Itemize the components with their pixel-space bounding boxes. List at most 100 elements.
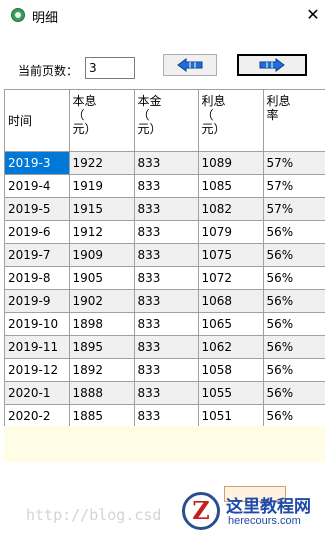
cell-total[interactable]: 1905 <box>69 266 135 290</box>
column-header-text: 元） <box>72 122 97 136</box>
column-header-time[interactable]: 时间 <box>5 90 70 152</box>
cell-rate[interactable]: 56% <box>263 358 325 382</box>
prev-page-button[interactable] <box>163 54 217 76</box>
arrow-left-icon <box>177 58 203 72</box>
cell-principal[interactable]: 833 <box>134 404 199 426</box>
table-row[interactable]: 2019-9 1902 833 1068 56% <box>5 289 325 313</box>
column-header-text: 利息 <box>266 94 291 108</box>
cell-total[interactable]: 1898 <box>69 312 135 336</box>
cell-principal[interactable]: 833 <box>134 289 199 313</box>
column-header-interest[interactable]: 利息（元） <box>198 90 264 152</box>
table-row[interactable]: 2019-5 1915 833 1082 57% <box>5 197 325 221</box>
table-row[interactable]: 2019-8 1905 833 1072 56% <box>5 266 325 290</box>
title-bar: 明细 ✕ <box>0 0 329 32</box>
cell-rate[interactable]: 56% <box>263 243 325 267</box>
cell-interest[interactable]: 1075 <box>198 243 264 267</box>
cell-rate[interactable]: 56% <box>263 266 325 290</box>
app-icon <box>11 8 25 22</box>
table-row[interactable]: 2019-10 1898 833 1065 56% <box>5 312 325 336</box>
cell-total[interactable]: 1922 <box>69 151 135 175</box>
cell-total[interactable]: 1895 <box>69 335 135 359</box>
cell-principal[interactable]: 833 <box>134 381 199 405</box>
cell-interest[interactable]: 1051 <box>198 404 264 426</box>
cell-total[interactable]: 1885 <box>69 404 135 426</box>
cell-total[interactable]: 1915 <box>69 197 135 221</box>
cell-time[interactable]: 2020-1 <box>5 381 70 405</box>
cell-time[interactable]: 2019-4 <box>5 174 70 198</box>
column-header-text: 率 <box>266 108 279 122</box>
cell-rate[interactable]: 56% <box>263 404 325 426</box>
cell-time[interactable]: 2019-12 <box>5 358 70 382</box>
cell-time[interactable]: 2019-5 <box>5 197 70 221</box>
cell-total[interactable]: 1902 <box>69 289 135 313</box>
cell-total[interactable]: 1919 <box>69 174 135 198</box>
cell-interest[interactable]: 1068 <box>198 289 264 313</box>
column-header-text: 利息 <box>201 94 226 108</box>
column-header-text: （ <box>72 108 85 122</box>
detail-table: 时间 本息（元） 本金（元） 利息（元） 利息率 2019-3 1922 833 1089 57… <box>5 90 325 426</box>
cell-total[interactable]: 1909 <box>69 243 135 267</box>
table-row[interactable]: 2020-1 1888 833 1055 56% <box>5 381 325 405</box>
table-row[interactable]: 2019-3 1922 833 1089 57% <box>5 151 325 175</box>
watermark-text: http://blog.csd <box>26 506 162 524</box>
column-header-text: （ <box>201 108 214 122</box>
table-row[interactable]: 2019-7 1909 833 1075 56% <box>5 243 325 267</box>
table-row[interactable]: 2020-2 1885 833 1051 56% <box>5 404 325 426</box>
logo-url: herecours.com <box>228 515 301 527</box>
column-header-text: （ <box>137 108 150 122</box>
window-title: 明细 <box>32 11 59 26</box>
cell-time[interactable]: 2019-10 <box>5 312 70 336</box>
cell-rate[interactable]: 57% <box>263 151 325 175</box>
cell-total[interactable]: 1912 <box>69 220 135 244</box>
cell-rate[interactable]: 56% <box>263 312 325 336</box>
cell-interest[interactable]: 1072 <box>198 266 264 290</box>
table-row[interactable]: 2019-6 1912 833 1079 56% <box>5 220 325 244</box>
column-header-total[interactable]: 本息（元） <box>69 90 135 152</box>
cell-principal[interactable]: 833 <box>134 358 199 382</box>
cell-rate[interactable]: 56% <box>263 381 325 405</box>
next-page-button[interactable] <box>237 54 307 76</box>
cell-rate[interactable]: 57% <box>263 174 325 198</box>
cell-time[interactable]: 2019-3 <box>5 151 70 175</box>
column-header-text: 时间 <box>8 113 33 128</box>
cell-time[interactable]: 2019-7 <box>5 243 70 267</box>
current-page-label: 当前页数： <box>18 64 79 78</box>
cell-principal[interactable]: 833 <box>134 151 199 175</box>
cell-principal[interactable]: 833 <box>134 174 199 198</box>
cell-interest[interactable]: 1079 <box>198 220 264 244</box>
cell-time[interactable]: 2019-9 <box>5 289 70 313</box>
cell-principal[interactable]: 833 <box>134 266 199 290</box>
cell-interest[interactable]: 1065 <box>198 312 264 336</box>
cell-time[interactable]: 2019-11 <box>5 335 70 359</box>
cell-rate[interactable]: 56% <box>263 289 325 313</box>
header-row: 时间 本息（元） 本金（元） 利息（元） 利息率 <box>5 90 325 152</box>
cell-interest[interactable]: 1058 <box>198 358 264 382</box>
cell-principal[interactable]: 833 <box>134 312 199 336</box>
cell-rate[interactable]: 57% <box>263 197 325 221</box>
close-button[interactable]: ✕ <box>300 3 326 27</box>
cell-rate[interactable]: 56% <box>263 335 325 359</box>
cell-principal[interactable]: 833 <box>134 197 199 221</box>
table-row[interactable]: 2019-11 1895 833 1062 56% <box>5 335 325 359</box>
cell-principal[interactable]: 833 <box>134 243 199 267</box>
current-page-input[interactable] <box>85 57 135 79</box>
cell-total[interactable]: 1888 <box>69 381 135 405</box>
cell-principal[interactable]: 833 <box>134 335 199 359</box>
column-header-rate[interactable]: 利息率 <box>263 90 325 152</box>
cell-interest[interactable]: 1089 <box>198 151 264 175</box>
cell-interest[interactable]: 1082 <box>198 197 264 221</box>
table-row[interactable]: 2019-4 1919 833 1085 57% <box>5 174 325 198</box>
cell-interest[interactable]: 1085 <box>198 174 264 198</box>
cell-interest[interactable]: 1062 <box>198 335 264 359</box>
cell-time[interactable]: 2020-2 <box>5 404 70 426</box>
cell-interest[interactable]: 1055 <box>198 381 264 405</box>
table-row[interactable]: 2019-12 1892 833 1058 56% <box>5 358 325 382</box>
cell-time[interactable]: 2019-6 <box>5 220 70 244</box>
column-header-text: 本息 <box>72 94 97 108</box>
cell-time[interactable]: 2019-8 <box>5 266 70 290</box>
cell-rate[interactable]: 56% <box>263 220 325 244</box>
cell-principal[interactable]: 833 <box>134 220 199 244</box>
column-header-principal[interactable]: 本金（元） <box>134 90 199 152</box>
cell-total[interactable]: 1892 <box>69 358 135 382</box>
detail-grid[interactable]: 时间 本息（元） 本金（元） 利息（元） 利息率 2019-3 1922 833 1089 57… <box>4 89 325 426</box>
